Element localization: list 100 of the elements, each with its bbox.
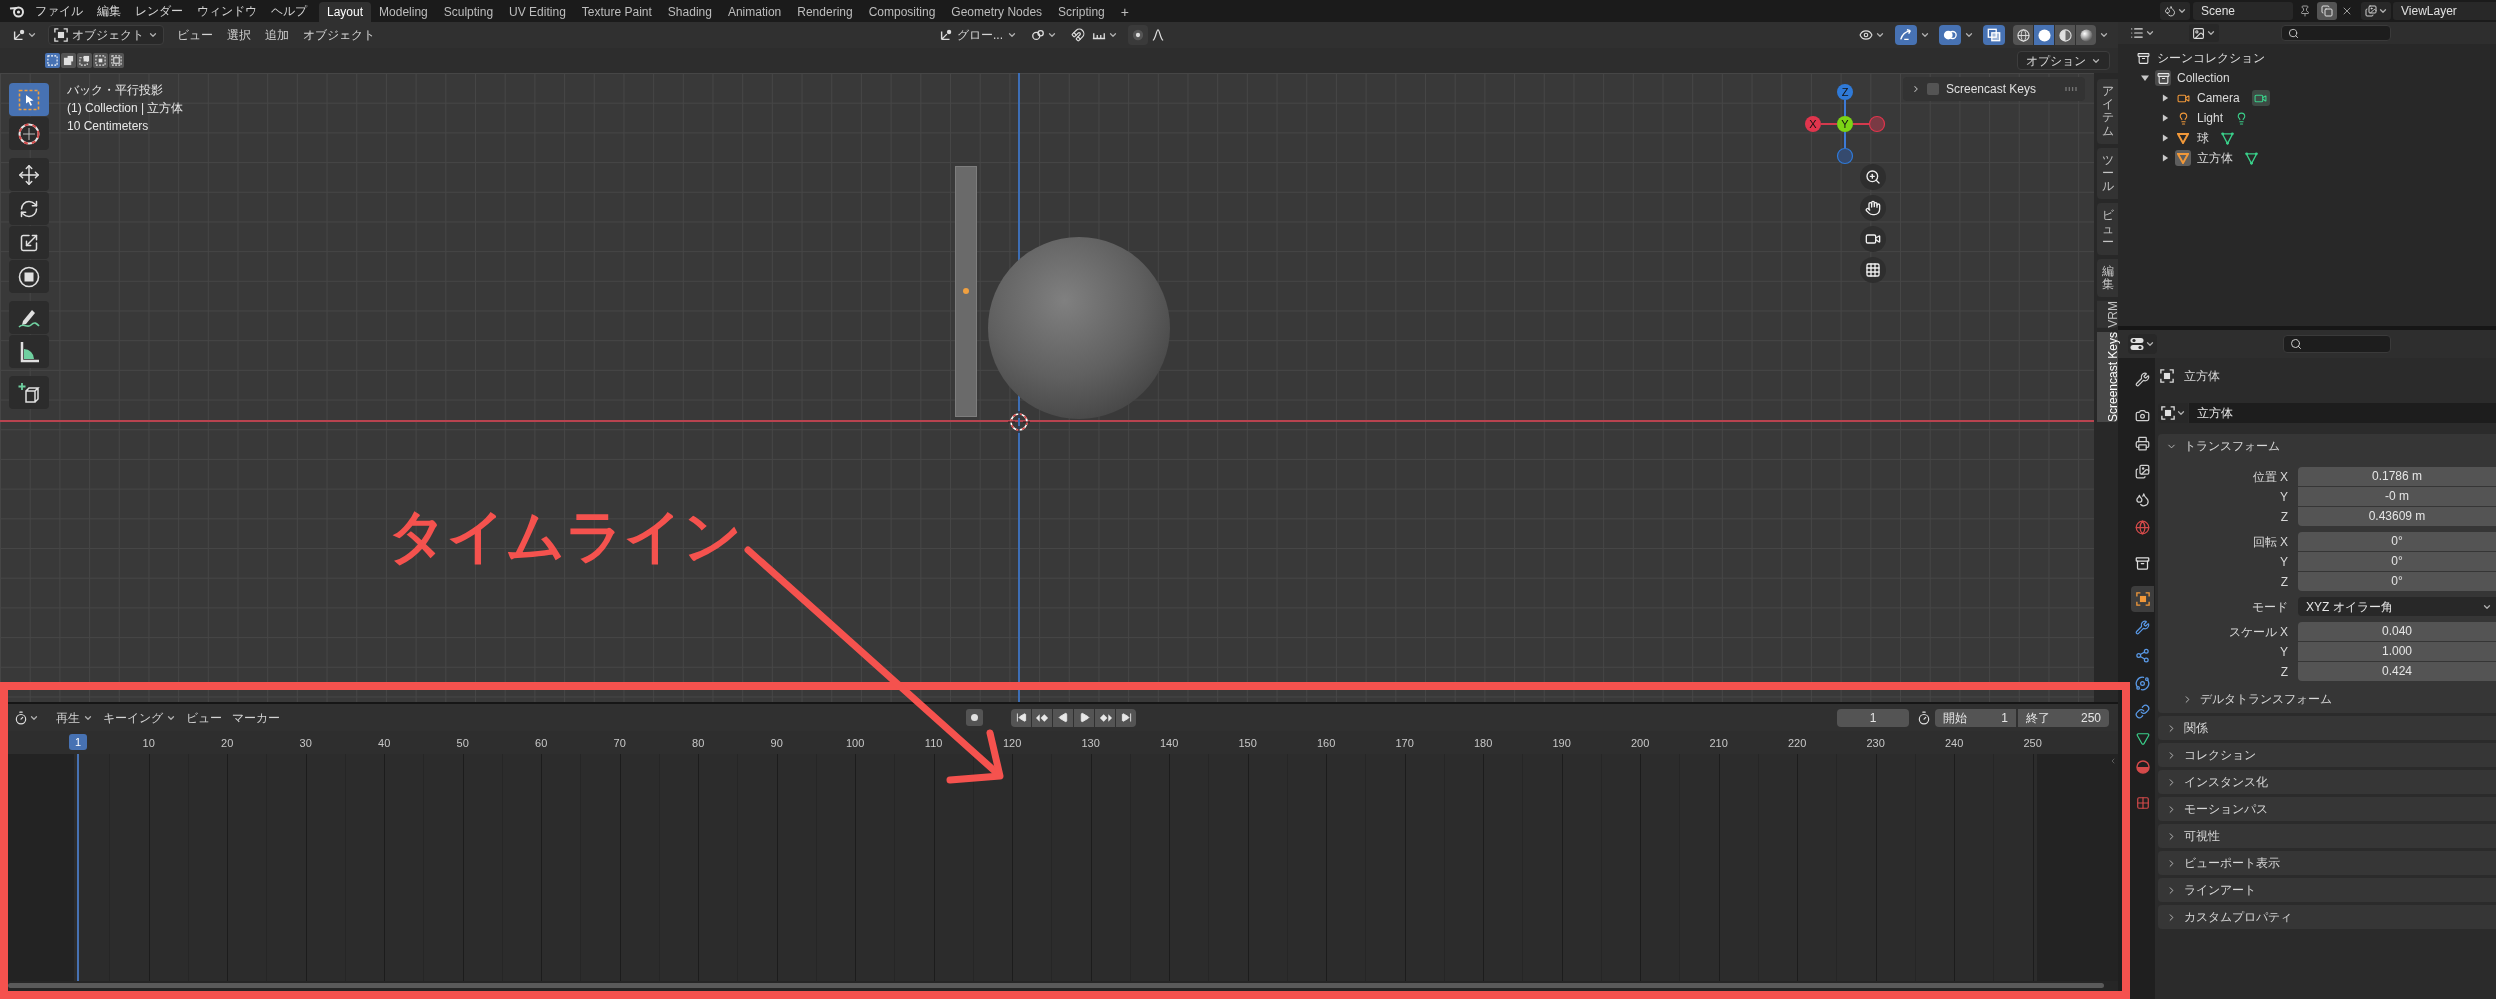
panel-header[interactable]: ラインアート [2158, 878, 2496, 902]
workspace-tab[interactable]: Texture Paint [573, 2, 660, 22]
menu-item[interactable]: ウィンドウ [190, 1, 264, 21]
viewport-toggle[interactable] [1939, 25, 1961, 45]
scrollbar-thumb[interactable] [8, 982, 2104, 988]
next-keyframe-button[interactable] [1095, 708, 1115, 727]
workspace-tab[interactable]: Compositing [860, 2, 944, 22]
panel-header[interactable]: コレクション [2158, 743, 2496, 767]
options-dropdown[interactable]: オプション [2017, 51, 2110, 70]
outliner-item[interactable]: Light [2197, 109, 2224, 127]
panel-header[interactable]: トランスフォーム [2158, 434, 2496, 458]
previous-keyframe-button[interactable] [1032, 708, 1052, 727]
orientation-dropdown[interactable]: グロー... [936, 25, 1020, 45]
select-mode-button[interactable] [77, 53, 92, 68]
tool-button[interactable] [9, 260, 49, 293]
search-field[interactable] [2283, 335, 2391, 353]
number-field[interactable]: 0.424 [2298, 662, 2496, 681]
search-field[interactable] [2281, 25, 2391, 41]
proportional-toggle[interactable] [1128, 25, 1148, 45]
sidebar-tab[interactable]: アイテム [2097, 79, 2118, 144]
menu-item[interactable]: ヘルプ [264, 1, 314, 21]
menu-item[interactable]: ファイル [28, 1, 90, 21]
tool-button[interactable] [9, 158, 49, 191]
panel-header[interactable]: インスタンス化 [2158, 770, 2496, 794]
number-field[interactable]: 0.1786 m [2298, 467, 2496, 486]
start-frame-field[interactable]: 開始 1 [1935, 708, 2016, 727]
scene-type-button[interactable] [2160, 2, 2190, 20]
menu-item[interactable]: オブジェクト [296, 25, 382, 45]
workspace-tab[interactable]: Geometry Nodes [943, 2, 1051, 22]
current-frame-field[interactable]: 1 [1837, 708, 1909, 727]
subpanel-header[interactable]: デルタトランスフォーム [2158, 687, 2496, 711]
sidebar-tab[interactable]: ビュー [2097, 203, 2118, 255]
viewport-toggle[interactable] [1983, 25, 2005, 45]
menu-item[interactable]: 選択 [220, 25, 258, 45]
sidebar-tab[interactable]: Screencast Keys [2097, 331, 2118, 422]
checkbox[interactable] [1927, 83, 1939, 95]
outliner-item[interactable]: 球 [2197, 129, 2209, 147]
copy-button[interactable] [2317, 2, 2337, 20]
zoom-button[interactable] [1860, 164, 1886, 190]
number-field[interactable]: -0 m [2298, 487, 2496, 506]
outliner-item[interactable]: 立方体 [2197, 149, 2233, 167]
workspace-tab[interactable]: Shading [659, 2, 720, 22]
z-axis-handle[interactable]: Z [1837, 84, 1853, 100]
menu-item[interactable]: レンダー [128, 1, 190, 21]
workspace-tab[interactable]: Scripting [1050, 2, 1113, 22]
triangle-down-icon[interactable] [2141, 74, 2149, 82]
scene-field[interactable]: Scene [2193, 2, 2293, 20]
tool-button[interactable] [9, 192, 49, 225]
menu-item[interactable]: 追加 [258, 25, 296, 45]
shading-button[interactable] [2034, 25, 2054, 45]
number-field[interactable]: 0° [2298, 532, 2496, 551]
select-mode-button[interactable] [109, 53, 124, 68]
number-field[interactable]: 0.040 [2298, 622, 2496, 641]
display-mode-dropdown[interactable] [2189, 24, 2219, 42]
workspace-tab[interactable]: Layout [319, 2, 372, 22]
workspace-tab[interactable]: Animation [719, 2, 790, 22]
number-field[interactable]: 0° [2298, 552, 2496, 571]
play-reverse-button[interactable] [1053, 708, 1073, 727]
shading-button[interactable] [2076, 25, 2096, 45]
number-field[interactable]: 1.000 [2298, 642, 2496, 661]
sidebar-tab[interactable]: VRM [2097, 301, 2118, 328]
play-button[interactable] [1074, 708, 1094, 727]
outliner-item[interactable]: Camera [2197, 89, 2240, 107]
panel-header[interactable]: 関係 [2158, 716, 2496, 740]
triangle-right-icon[interactable] [2161, 114, 2169, 122]
panel-header[interactable]: ビューポート表示 [2158, 851, 2496, 875]
y-axis-handle[interactable]: Y [1837, 116, 1853, 132]
name-field[interactable]: 立方体 [2189, 403, 2496, 423]
outliner-item[interactable]: Collection [2177, 69, 2230, 87]
add-workspace-button[interactable]: + [1112, 2, 1137, 22]
select-mode-button[interactable] [45, 53, 60, 68]
view-layer-field[interactable]: ViewLayer [2393, 2, 2496, 20]
workspace-tab[interactable]: Modeling [371, 2, 436, 22]
mode-dropdown[interactable]: XYZ オイラー角 [2298, 597, 2496, 616]
sidebar-tab[interactable]: 編集 [2097, 258, 2118, 298]
axis-handle[interactable] [1868, 115, 1886, 133]
workspace-tab[interactable]: Sculpting [435, 2, 502, 22]
panel-header[interactable]: 可視性 [2158, 824, 2496, 848]
playhead-label[interactable]: 1 [69, 734, 87, 750]
menu-dropdown[interactable]: 再生 [51, 707, 98, 728]
menu-item[interactable]: ビュー [181, 707, 227, 728]
select-mode-button[interactable] [93, 53, 108, 68]
pan-button[interactable] [1860, 195, 1886, 221]
tool-button[interactable] [9, 226, 49, 259]
number-field[interactable]: 0° [2298, 572, 2496, 591]
tool-button[interactable] [9, 117, 49, 150]
workspace-tab[interactable]: UV Editing [501, 2, 574, 22]
outliner-item[interactable]: シーンコレクション [2157, 49, 2265, 67]
menu-item[interactable]: ビュー [170, 25, 220, 45]
editor-type-button[interactable] [2128, 334, 2157, 354]
x-axis-handle[interactable]: X [1805, 116, 1821, 132]
select-mode-button[interactable] [61, 53, 76, 68]
triangle-right-icon[interactable] [2161, 94, 2169, 102]
triangle-right-icon[interactable] [2161, 134, 2169, 142]
panel-header[interactable]: カスタムプロパティ [2158, 905, 2496, 929]
axis-handle[interactable] [1836, 147, 1854, 165]
shading-button[interactable] [2055, 25, 2075, 45]
shading-button[interactable] [2013, 25, 2033, 45]
jump-start-button[interactable] [1011, 708, 1031, 727]
tool-button[interactable] [9, 301, 49, 334]
